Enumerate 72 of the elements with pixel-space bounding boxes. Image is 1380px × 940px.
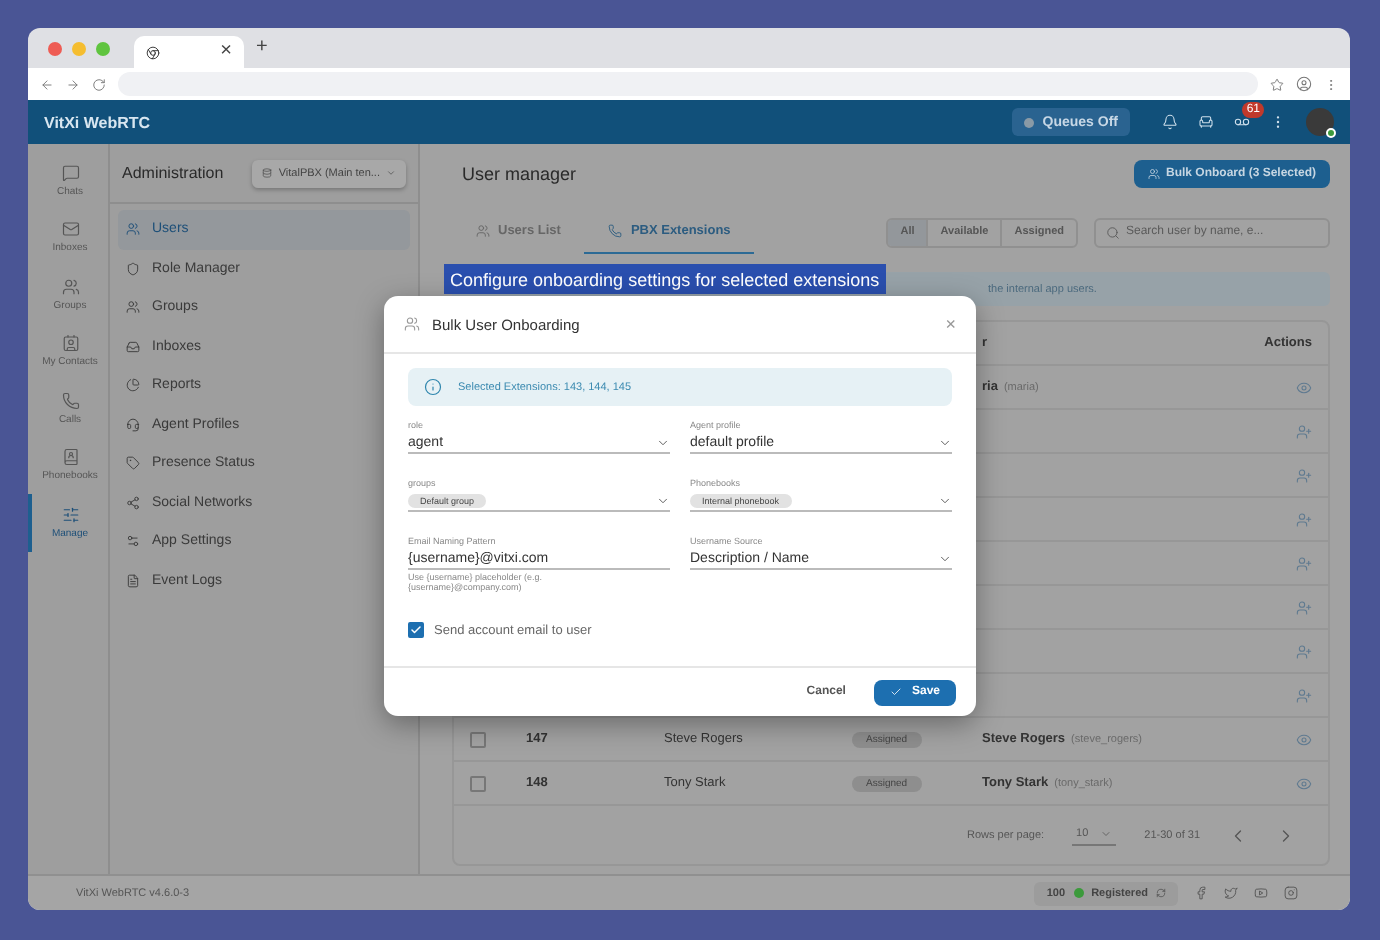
caret-icon [938, 494, 952, 508]
maximize-window-button[interactable] [96, 41, 110, 55]
shield-icon [126, 261, 140, 276]
phone-icon [61, 391, 79, 410]
sliders-icon [61, 505, 79, 524]
instagram-icon [1284, 886, 1298, 900]
star-icon [1270, 77, 1284, 91]
people-icon [126, 300, 140, 315]
bell-icon [1162, 114, 1178, 130]
caret-icon [656, 494, 670, 508]
reload-icon [92, 77, 106, 91]
checkbox[interactable] [408, 622, 424, 638]
page-title: User manager [462, 164, 577, 184]
close-button[interactable]: × [945, 314, 956, 334]
caret-icon [938, 552, 952, 566]
caret-icon [1100, 828, 1113, 840]
add-user-icon [1296, 467, 1312, 483]
chevron-down-icon [386, 168, 396, 178]
browser-tab[interactable]: × [134, 36, 244, 68]
facebook-icon [1194, 886, 1208, 900]
armchair-icon [1198, 114, 1214, 130]
caret-icon [656, 436, 670, 450]
row-checkbox[interactable] [470, 775, 486, 791]
add-user-icon [1296, 599, 1312, 615]
add-user-icon [1296, 511, 1312, 527]
eye-icon [1296, 731, 1312, 747]
eye-icon [1296, 379, 1312, 395]
tooltip: Configure onboarding settings for selected extensions [444, 264, 886, 294]
server-icon [262, 168, 273, 178]
headset-icon [126, 417, 140, 432]
close-window-button[interactable] [48, 41, 62, 55]
chat-icon [61, 163, 79, 182]
checkmark-icon [410, 624, 422, 636]
add-user-icon [1296, 423, 1312, 439]
new-tab-button[interactable]: + [256, 38, 268, 58]
document-icon [126, 573, 140, 588]
voicemail-icon [1234, 114, 1250, 130]
add-user-icon [1296, 643, 1312, 659]
address-book-icon [61, 448, 79, 467]
avatar[interactable] [1306, 108, 1334, 136]
caret-icon [938, 436, 952, 450]
envelope-icon [61, 220, 79, 239]
people-icon [404, 316, 420, 332]
row-checkbox[interactable] [470, 731, 486, 747]
browser-logo-icon [146, 45, 160, 59]
add-user-icon [1296, 555, 1312, 571]
inbox-icon [126, 339, 140, 354]
back-icon [40, 77, 54, 91]
contact-card-icon [61, 334, 79, 353]
search-icon [1106, 225, 1120, 239]
minimize-window-button[interactable] [72, 41, 86, 55]
tab-close-button[interactable]: × [220, 42, 232, 62]
add-user-icon [1296, 687, 1312, 703]
profile-icon [1296, 76, 1312, 92]
people-icon [476, 224, 490, 238]
twitter-icon [1224, 886, 1238, 900]
youtube-icon [1254, 886, 1268, 900]
tag-icon [126, 456, 140, 471]
people-icon [126, 222, 140, 237]
info-icon [424, 378, 442, 396]
people-icon [1147, 168, 1160, 180]
share-icon [126, 495, 140, 510]
app-title: VitXi WebRTC [44, 113, 153, 131]
refresh-icon [1156, 888, 1166, 898]
settings-icon [126, 534, 140, 549]
forward-icon [66, 77, 80, 91]
people-icon [61, 277, 79, 296]
sidebar-title: Administration [122, 164, 224, 182]
pie-chart-icon [126, 378, 140, 393]
eye-icon [1296, 775, 1312, 791]
check-icon [889, 686, 902, 698]
phone-icon [608, 224, 623, 238]
